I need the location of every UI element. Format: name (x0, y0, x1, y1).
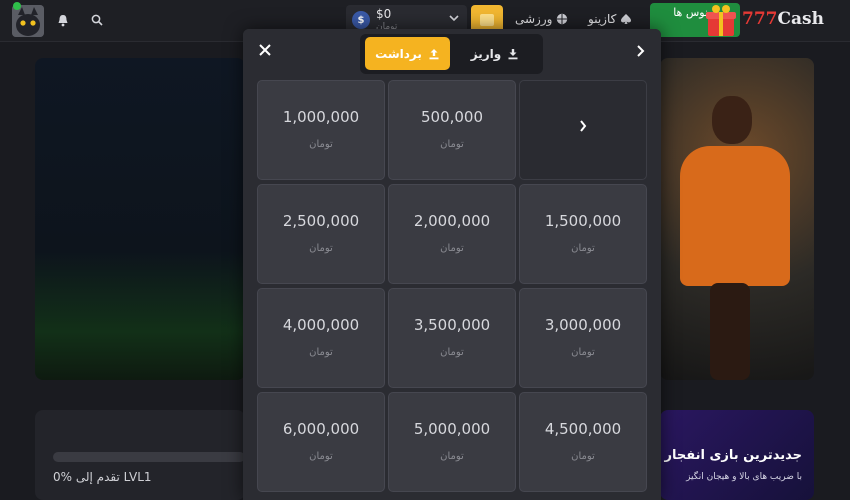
chevron-right-icon[interactable] (633, 41, 647, 61)
close-icon[interactable] (257, 41, 273, 59)
amount-value: 2,000,000 (413, 212, 491, 230)
promo-card[interactable]: جدیدترین بازی انفجار با ضریب های بالا و … (660, 410, 814, 500)
promo-title: جدیدترین بازی انفجار (664, 448, 802, 463)
amount-unit: تومان (571, 243, 595, 254)
tab-withdraw[interactable]: برداشت (365, 37, 450, 70)
amount-option[interactable]: 500,000 تومان (388, 80, 516, 180)
hero-banner-left[interactable] (35, 58, 245, 380)
amount-unit: تومان (571, 347, 595, 358)
chevron-right-icon (520, 117, 646, 136)
amount-option[interactable]: 4,000,000 تومان (257, 288, 385, 388)
dollar-coin-icon: $ (352, 11, 370, 29)
amount-unit: تومان (309, 139, 333, 150)
level-progress-bar (53, 452, 245, 462)
amount-grid: 1,000,000 تومان 500,000 تومان 2,500,000 … (257, 80, 649, 500)
amount-option[interactable]: 2,500,000 تومان (257, 184, 385, 284)
amount-value: 4,500,000 (544, 420, 622, 438)
amount-option[interactable]: 4,500,000 تومان (519, 392, 647, 492)
amount-value: 1,000,000 (282, 108, 360, 126)
amount-value: 2,500,000 (282, 212, 360, 230)
nav-sports[interactable]: ورزشی (515, 12, 568, 26)
amount-value: 4,000,000 (282, 316, 360, 334)
amount-value: 6,000,000 (282, 420, 360, 438)
bell-icon[interactable] (52, 9, 74, 31)
withdraw-modal: برداشت واریز 1,000,000 تومان 500,000 توم… (243, 29, 661, 500)
amount-unit: تومان (571, 451, 595, 462)
player-jersey (680, 146, 790, 286)
amount-unit: تومان (440, 347, 464, 358)
amount-option[interactable]: 1,000,000 تومان (257, 80, 385, 180)
amount-unit: تومان (309, 243, 333, 254)
chevron-down-icon[interactable] (449, 12, 459, 25)
promo-subtitle: با ضریب های بالا و هیجان انگیز (686, 472, 802, 482)
modal-tabs: برداشت واریز (360, 34, 543, 74)
nav-casino-label: کازینو (588, 12, 617, 26)
amount-unit: تومان (440, 139, 464, 150)
brand-logo[interactable]: 777Cash (742, 9, 824, 29)
amount-unit: تومان (309, 451, 333, 462)
tab-withdraw-label: برداشت (375, 46, 422, 61)
logo-suffix: Cash (777, 9, 824, 29)
amount-unit: تومان (309, 347, 333, 358)
amount-option[interactable]: 1,500,000 تومان (519, 184, 647, 284)
level-progress-text: 0% تقدم إلی LVL1 (53, 470, 152, 484)
modal-header: برداشت واریز (243, 29, 661, 76)
spade-icon (621, 14, 632, 24)
search-icon[interactable] (86, 9, 108, 31)
nav-casino[interactable]: کازینو (588, 12, 632, 26)
player-legs (710, 283, 750, 380)
amount-option[interactable]: 3,000,000 تومان (519, 288, 647, 388)
amount-value: 1,500,000 (544, 212, 622, 230)
online-status-dot (13, 2, 21, 10)
amount-unit: تومان (440, 243, 464, 254)
upload-icon (429, 48, 439, 59)
wallet-icon (480, 14, 494, 26)
hero-banner-right[interactable] (660, 58, 814, 380)
wallet-amount: $0 (376, 7, 392, 21)
level-progress-card: 0% تقدم إلی LVL1 (35, 410, 245, 500)
amount-value: 3,500,000 (413, 316, 491, 334)
amount-value: 500,000 (420, 108, 484, 126)
download-icon (508, 48, 518, 59)
logo-prefix: 777 (742, 9, 778, 29)
amount-option[interactable]: 2,000,000 تومان (388, 184, 516, 284)
amount-unit: تومان (440, 451, 464, 462)
next-page-button[interactable] (519, 80, 647, 180)
amount-option[interactable]: 3,500,000 تومان (388, 288, 516, 388)
amount-value: 3,000,000 (544, 316, 622, 334)
basketball-icon (557, 13, 568, 25)
nav-sports-label: ورزشی (515, 12, 553, 26)
gift-icon (706, 5, 736, 36)
tab-deposit[interactable]: واریز (452, 37, 538, 70)
amount-option[interactable]: 6,000,000 تومان (257, 392, 385, 492)
football-player-image (712, 96, 752, 144)
amount-option[interactable]: 5,000,000 تومان (388, 392, 516, 492)
amount-value: 5,000,000 (413, 420, 491, 438)
tab-deposit-label: واریز (470, 46, 502, 61)
